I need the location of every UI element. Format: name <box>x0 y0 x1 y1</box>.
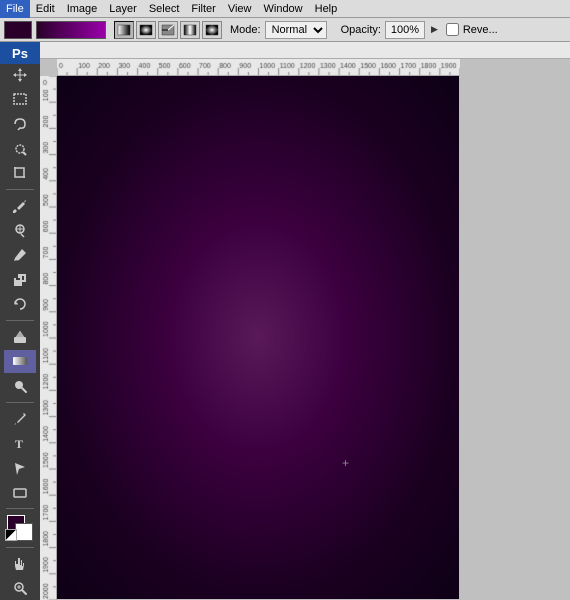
reverse-label: Reve... <box>463 24 498 36</box>
crop-tool[interactable] <box>4 161 36 185</box>
toolbar-divider-3 <box>6 402 34 403</box>
ruler-v-inner <box>40 76 57 600</box>
menu-view[interactable]: View <box>222 0 258 18</box>
history-brush-tool[interactable] <box>4 292 36 316</box>
cursor-crosshair: + <box>342 456 349 470</box>
menu-select[interactable]: Select <box>143 0 186 18</box>
toolbar-divider-4 <box>6 508 34 509</box>
svg-text:T: T <box>15 437 23 451</box>
menu-window[interactable]: Window <box>258 0 309 18</box>
menu-help[interactable]: Help <box>309 0 344 18</box>
tool-preset-picker[interactable] <box>4 21 32 39</box>
dodge-tool[interactable] <box>4 374 36 398</box>
toolbar-divider-2 <box>6 320 34 321</box>
gradient-radial-icon <box>139 24 153 36</box>
gradient-reflected-btn[interactable] <box>180 21 200 39</box>
zoom-tool[interactable] <box>4 576 36 600</box>
main-canvas[interactable]: + <box>57 76 459 599</box>
opacity-label: Opacity: <box>341 24 381 36</box>
reverse-checkbox[interactable] <box>446 23 459 36</box>
toolbar-divider-1 <box>6 189 34 190</box>
gradient-angle-btn[interactable] <box>158 21 178 39</box>
right-panel <box>460 59 570 600</box>
mode-select[interactable]: Normal <box>265 21 327 39</box>
type-tool[interactable]: T <box>4 431 36 455</box>
quick-mask-icon[interactable] <box>5 529 17 541</box>
gradient-preview[interactable] <box>36 21 106 39</box>
gradient-linear-icon <box>117 24 131 36</box>
toolbar-divider-5 <box>6 547 34 548</box>
menu-filter[interactable]: Filter <box>185 0 221 18</box>
eraser-tool[interactable] <box>4 325 36 349</box>
canvas-area: + <box>40 59 460 600</box>
ruler-horizontal <box>40 42 570 59</box>
menu-bar: File Edit Image Layer Select Filter View… <box>0 0 570 18</box>
ruler-h-inner <box>57 59 460 76</box>
menu-layer[interactable]: Layer <box>103 0 143 18</box>
gradient-tool[interactable] <box>4 350 36 374</box>
toolbar: T <box>0 59 40 600</box>
hand-tool[interactable] <box>4 552 36 576</box>
mode-label: Mode: <box>230 24 261 36</box>
gradient-diamond-icon <box>205 24 219 36</box>
gradient-linear-btn[interactable] <box>114 21 134 39</box>
quick-select-tool[interactable] <box>4 137 36 161</box>
options-bar: Mode: Normal Opacity: ▶ Reve... <box>0 18 570 42</box>
gradient-reflected-icon <box>183 24 197 36</box>
clone-stamp-tool[interactable] <box>4 268 36 292</box>
move-tool[interactable] <box>4 63 36 87</box>
lasso-tool[interactable] <box>4 112 36 136</box>
gradient-angle-icon <box>161 24 175 36</box>
gradient-radial-btn[interactable] <box>136 21 156 39</box>
opacity-arrow: ▶ <box>431 24 438 35</box>
path-select-tool[interactable] <box>4 456 36 480</box>
marquee-rect-tool[interactable] <box>4 88 36 112</box>
gradient-diamond-btn[interactable] <box>202 21 222 39</box>
gradient-type-group <box>114 21 222 39</box>
menu-image[interactable]: Image <box>61 0 104 18</box>
pen-tool[interactable] <box>4 407 36 431</box>
menu-file[interactable]: File <box>0 0 30 18</box>
eyedropper-tool[interactable] <box>4 194 36 218</box>
brush-tool[interactable] <box>4 243 36 267</box>
healing-brush-tool[interactable] <box>4 219 36 243</box>
ps-logo: Ps <box>0 42 40 64</box>
background-color[interactable] <box>15 523 33 541</box>
color-swatches <box>5 515 35 541</box>
menu-edit[interactable]: Edit <box>30 0 61 18</box>
opacity-input[interactable] <box>385 21 425 39</box>
shape-tool[interactable] <box>4 481 36 505</box>
